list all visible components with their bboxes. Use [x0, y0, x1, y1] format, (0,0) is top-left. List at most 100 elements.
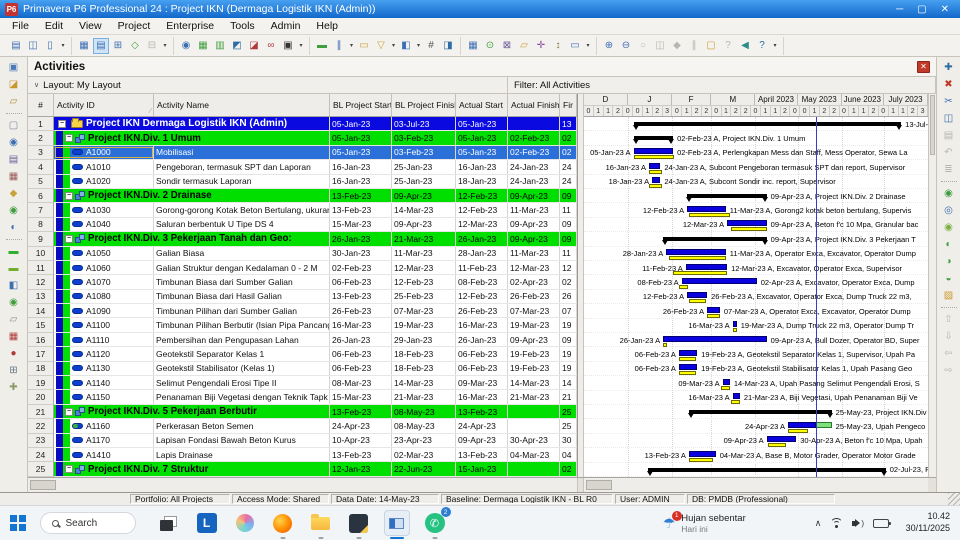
date-cell-blf[interactable]: 08-May-23	[392, 404, 456, 419]
date-cell-af[interactable]: 19-Feb-23	[508, 347, 560, 361]
activity-name-cell[interactable]: Timbunan Biasa dari Hasil Galian	[154, 289, 330, 304]
row-number[interactable]: 12	[28, 275, 54, 290]
timescale-month-f[interactable]: F	[672, 94, 712, 105]
date-cell-as[interactable]: 16-Jan-23	[456, 160, 508, 174]
resources-dir-icon[interactable]: ◉	[5, 135, 22, 150]
date-cell-blf[interactable]: 18-Feb-23	[392, 347, 456, 361]
date-cell-as[interactable]: 18-Jan-23	[456, 174, 508, 188]
date-cell-blf[interactable]: 08-May-23	[392, 419, 456, 433]
open-project-icon[interactable]: ◪	[5, 77, 22, 92]
row-number[interactable]: 19	[28, 376, 54, 391]
activity-name-cell[interactable]: Galian Struktur dengan Kedalaman 0 - 2 M	[154, 260, 330, 275]
actual-bar[interactable]	[652, 177, 661, 184]
table-view-icon[interactable]: ▦	[76, 38, 92, 54]
date-cell-blf[interactable]: 22-Jun-23	[392, 462, 456, 476]
view-close-icon[interactable]: ✕	[917, 60, 930, 73]
date-cell-as[interactable]: 16-Mar-23	[456, 390, 508, 404]
date-cell-bls[interactable]: 13-Feb-23	[330, 404, 392, 419]
row-number[interactable]: 18	[28, 361, 54, 377]
date-cell-blf[interactable]: 09-Apr-23	[392, 217, 456, 232]
date-cell-bls[interactable]: 26-Jan-23	[330, 232, 392, 246]
fir-cell[interactable]: 02	[560, 145, 577, 160]
fir-cell[interactable]: 19	[560, 361, 577, 376]
summary-bar[interactable]	[662, 237, 768, 246]
activity-id-cell[interactable]: A1090	[54, 304, 154, 318]
tools-menu-caret[interactable]: ▾	[297, 38, 305, 54]
row-number[interactable]: 13	[28, 289, 54, 305]
date-cell-as[interactable]: 06-Feb-23	[456, 347, 508, 361]
summary-name-cell[interactable]: − Project IKN.Div. 1 Umum	[54, 131, 330, 145]
date-cell-bls[interactable]: 26-Jan-23	[330, 332, 392, 347]
p6-taskbar-icon[interactable]	[383, 510, 410, 539]
date-cell-blf[interactable]: 25-Feb-23	[392, 289, 456, 304]
help-menu-caret[interactable]: ▾	[771, 38, 779, 54]
view-menu-caret[interactable]: ▾	[161, 38, 169, 54]
row-number[interactable]: 2	[28, 131, 54, 146]
search-input[interactable]: Search	[39, 512, 136, 534]
explorer-icon[interactable]	[308, 510, 334, 539]
menu-help[interactable]: Help	[308, 19, 346, 33]
actual-bar[interactable]	[685, 263, 728, 270]
activity-id-cell[interactable]: A1070	[54, 275, 154, 289]
fir-cell[interactable]: 12	[560, 260, 577, 275]
menu-admin[interactable]: Admin	[263, 19, 309, 33]
assign-successor-icon[interactable]: ◒	[940, 271, 957, 286]
actual-bar[interactable]	[707, 306, 720, 313]
date-cell-bls[interactable]: 15-Mar-23	[330, 217, 392, 232]
row-number[interactable]: 25	[28, 462, 54, 477]
date-cell-blf[interactable]: 14-Mar-23	[392, 203, 456, 217]
timescale-month-j[interactable]: J	[628, 94, 672, 105]
date-cell-bls[interactable]: 06-Feb-23	[330, 361, 392, 376]
task-view-icon[interactable]	[156, 510, 182, 536]
date-cell-af[interactable]: 09-Apr-23	[508, 217, 560, 232]
timescale-month-may-2023[interactable]: May 2023	[798, 94, 842, 105]
volume-icon[interactable]: )	[852, 519, 864, 528]
date-cell-blf[interactable]: 12-Feb-23	[392, 275, 456, 289]
row-number[interactable]: 7	[28, 203, 54, 218]
page-setup-icon[interactable]: ▯	[42, 38, 58, 54]
activity-id-cell[interactable]: A1110	[54, 332, 154, 347]
obs-icon[interactable]: ◉	[5, 203, 22, 218]
date-cell-af[interactable]: 11-Mar-23	[508, 203, 560, 217]
activity-id-cell[interactable]: A1100	[54, 318, 154, 332]
date-cell-blf[interactable]: 29-Jan-23	[392, 332, 456, 347]
actual-bar[interactable]	[633, 148, 674, 155]
menu-tools[interactable]: Tools	[222, 19, 263, 33]
date-cell-as[interactable]: 09-Mar-23	[456, 376, 508, 390]
date-cell-af[interactable]: 24-Jan-23	[508, 174, 560, 188]
bars-icon[interactable]: ▬	[314, 38, 330, 54]
filter-icon[interactable]: ▽	[373, 38, 389, 54]
date-cell-blf[interactable]: 19-Mar-23	[392, 318, 456, 332]
gantt-hscrollbar-thumb[interactable]	[586, 480, 612, 490]
page-flag-icon[interactable]: ▱	[5, 94, 22, 109]
row-number[interactable]: 17	[28, 347, 54, 362]
activity-id-cell[interactable]: A1000	[54, 145, 154, 160]
activity-row-A1120[interactable]: 17 A1120 Geotekstil Separator Kelas 1 06-Fe…	[28, 347, 577, 362]
timescale-month-july-2023[interactable]: July 2023	[884, 94, 928, 105]
row-number[interactable]: 10	[28, 246, 54, 261]
fir-cell[interactable]: 30	[560, 433, 577, 447]
menu-project[interactable]: Project	[110, 19, 159, 33]
date-cell-af[interactable]: 09-Apr-23	[508, 232, 560, 246]
constraints-icon[interactable]: ✛	[533, 38, 549, 54]
date-cell-bls[interactable]: 16-Jan-23	[330, 174, 392, 188]
timescale-month-june-2023[interactable]: June 2023	[842, 94, 885, 105]
date-cell-as[interactable]: 26-Feb-23	[456, 304, 508, 318]
schedule-icon[interactable]: ▦	[195, 38, 211, 54]
date-cell-af[interactable]: 02-Feb-23	[508, 131, 560, 145]
date-cell-af[interactable]: 19-Mar-23	[508, 318, 560, 332]
fir-cell[interactable]: 19	[560, 347, 577, 361]
fir-cell[interactable]: 24	[560, 160, 577, 174]
taskbar-clock[interactable]: 10.42 30/11/2025	[898, 511, 950, 534]
start-button[interactable]	[10, 515, 26, 531]
row-number[interactable]: 14	[28, 304, 54, 319]
activity-row-A1060[interactable]: 11 A1060 Galian Struktur dengan Kedalaman …	[28, 260, 577, 276]
activity-name-cell[interactable]: Selimut Pengendali Erosi Tipe II	[154, 376, 330, 390]
date-cell-bls[interactable]: 13-Feb-23	[330, 188, 392, 203]
actual-bar[interactable]	[688, 450, 716, 457]
activity-id-cell[interactable]: A1140	[54, 376, 154, 390]
epd-folder-icon[interactable]: ▢	[5, 118, 22, 133]
activity-row-A1090[interactable]: 14 A1090 Timbunan Pilihan dari Sumber Gali…	[28, 304, 577, 319]
date-cell-bls[interactable]: 10-Apr-23	[330, 433, 392, 447]
actual-bar[interactable]	[787, 421, 817, 428]
